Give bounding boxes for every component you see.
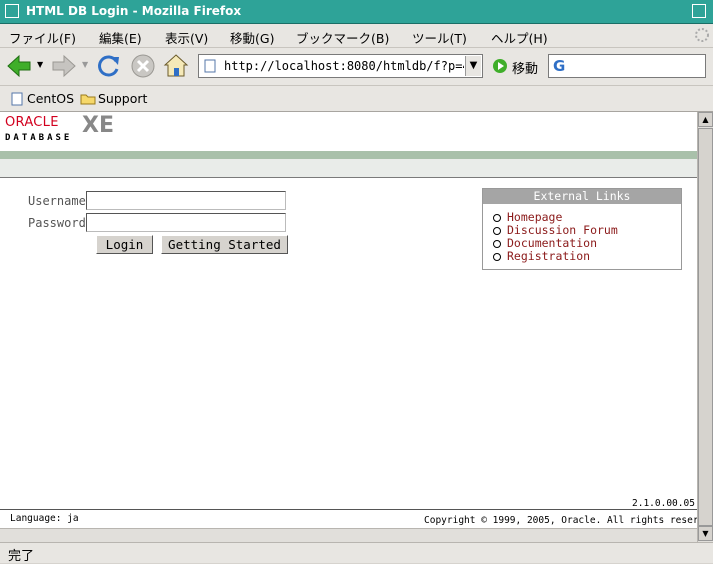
scrollbar-thumb[interactable] [698,128,713,526]
reload-icon[interactable] [96,53,122,79]
bullet-icon [493,240,501,248]
header-subband [0,159,697,178]
window-title: HTML DB Login - Mozilla Firefox [26,4,242,18]
login-button[interactable]: Login [96,235,153,254]
forward-dropdown-icon[interactable]: ▼ [82,60,88,69]
version-text: 2.1.0.00.05 [632,498,695,509]
menu-tools[interactable]: ツール(T) [412,28,467,47]
home-icon[interactable] [163,53,189,79]
horizontal-scrollbar[interactable] [0,528,697,542]
bullet-icon [493,253,501,261]
address-dropdown-icon[interactable]: ▼ [465,56,481,76]
window-menu-icon[interactable] [5,4,19,18]
link-homepage[interactable]: Homepage [507,210,562,224]
username-label: Username [28,194,86,208]
link-discussion-forum[interactable]: Discussion Forum [507,223,618,237]
forward-arrow-icon[interactable] [51,54,77,78]
address-bar[interactable]: http://localhost:8080/htmldb/f?p=4 [198,54,483,78]
page-content: ORACLE DATABASE XE Username Password Log… [0,112,697,528]
back-arrow-icon[interactable] [6,54,32,78]
scroll-up-icon[interactable]: ▲ [698,112,713,127]
folder-icon [80,94,96,105]
password-label: Password [28,216,86,230]
menu-bar: ファイル(F) 編集(E) 表示(V) 移動(G) ブックマーク(B) ツール(… [0,24,713,48]
external-links-title: External Links [483,189,681,204]
menu-file[interactable]: ファイル(F) [9,28,76,47]
google-search-icon[interactable]: G [553,57,565,75]
page-icon [204,59,216,73]
password-input[interactable] [86,213,286,232]
menu-bookmarks[interactable]: ブックマーク(B) [296,28,389,47]
back-dropdown-icon[interactable]: ▼ [37,60,43,69]
go-icon[interactable] [492,58,508,74]
scroll-down-icon[interactable]: ▼ [698,526,713,541]
bullet-icon [493,214,501,222]
status-text: 完了 [8,549,35,564]
vertical-scrollbar[interactable]: ▲ ▼ [697,112,713,542]
stop-icon[interactable] [130,53,156,79]
window-title-bar: HTML DB Login - Mozilla Firefox [0,0,713,24]
bookmark-centos[interactable]: CentOS [27,91,74,106]
bookmark-page-icon [11,92,23,106]
window-maximize-icon[interactable] [692,4,706,18]
menu-go[interactable]: 移動(G) [230,28,274,47]
address-bar-url: http://localhost:8080/htmldb/f?p=4 [224,59,464,73]
bookmark-support[interactable]: Support [98,91,147,106]
bullet-icon [493,227,501,235]
throbber-icon [695,28,709,42]
xe-wordmark: XE [82,113,114,138]
search-box[interactable]: G [548,54,706,78]
database-wordmark: DATABASE [5,133,73,143]
go-button[interactable]: 移動 [512,58,538,77]
copyright-text: Copyright © 1999, 2005, Oracle. All righ… [424,515,697,526]
menu-edit[interactable]: 編集(E) [99,28,142,47]
footer-divider [0,509,697,510]
link-registration[interactable]: Registration [507,249,590,263]
language-text: Language: ja [10,513,79,524]
username-input[interactable] [86,191,286,210]
getting-started-button[interactable]: Getting Started [161,235,288,254]
bookmarks-toolbar: CentOS Support [0,86,713,112]
menu-view[interactable]: 表示(V) [165,28,208,47]
status-bar: 完了 [0,542,713,564]
oracle-wordmark: ORACLE [5,115,59,130]
header-band [0,151,697,159]
menu-help[interactable]: ヘルプ(H) [491,28,548,47]
link-documentation[interactable]: Documentation [507,236,597,250]
external-links-panel: External Links Homepage Discussion Forum… [482,188,682,270]
